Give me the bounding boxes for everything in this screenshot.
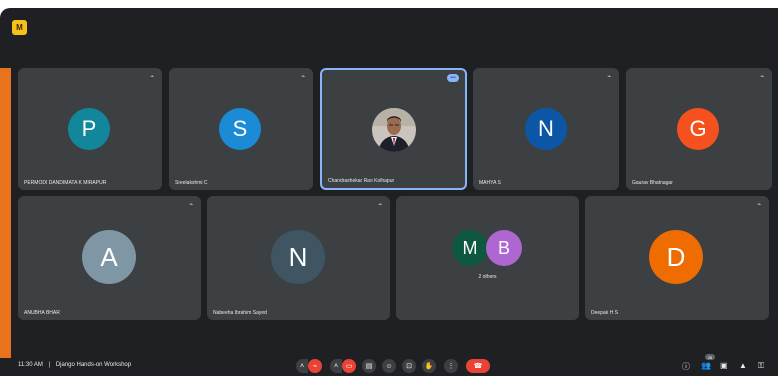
- chat-icon[interactable]: ▣: [720, 361, 728, 370]
- participant-name: Deepak H S: [591, 310, 618, 316]
- mic-off-icon: ⌁: [312, 363, 318, 370]
- host-controls-icon[interactable]: ⚿: [758, 361, 764, 371]
- hang-up-icon: ☎: [473, 363, 483, 370]
- mic-off-icon: ⌁: [150, 74, 154, 80]
- mic-off-icon: ⌁: [760, 74, 764, 80]
- captions-icon: ▤: [365, 363, 373, 370]
- people-icon[interactable]: 👥: [701, 361, 711, 370]
- avatar: A: [82, 230, 136, 284]
- leave-call-button[interactable]: ☎: [466, 359, 490, 373]
- mic-off-icon: ⌁: [607, 74, 611, 80]
- emoji-icon: ☺: [385, 362, 393, 370]
- participant-tile[interactable]: ⌁ P PERMODI DANDIMATA K MIRAPUR: [18, 68, 162, 190]
- participant-count-badge: 26: [705, 354, 715, 360]
- camera-off-icon: ▭: [345, 363, 353, 370]
- participant-name: Nabeeha Ibrahim Sayed: [213, 310, 267, 316]
- mic-off-icon: ⌁: [301, 74, 305, 80]
- activities-icon[interactable]: ▲: [739, 361, 747, 370]
- avatar: P: [68, 108, 110, 150]
- participant-photo: [372, 108, 416, 152]
- avatar: N: [525, 108, 567, 150]
- meeting-info: 11:30 AM | Django Hands-on Workshop: [18, 362, 131, 368]
- avatar: B: [486, 230, 522, 266]
- present-icon: ⊡: [406, 363, 412, 370]
- participant-tile[interactable]: ⌁ S Sreelakshmi C: [169, 68, 313, 190]
- participant-tile[interactable]: ⌁ A ANUBHA BHAR: [18, 196, 201, 320]
- app-badge-icon[interactable]: M: [12, 20, 27, 35]
- camera-toggle-button[interactable]: ▭: [342, 359, 356, 373]
- speaking-indicator-icon: •••: [447, 74, 459, 82]
- participant-tile[interactable]: ⌁ N Nabeeha Ibrahim Sayed: [207, 196, 390, 320]
- others-tile[interactable]: M B 2 others: [396, 196, 579, 320]
- participant-name: ANUBHA BHAR: [24, 310, 60, 316]
- raise-hand-icon: ✋: [424, 363, 434, 370]
- bottom-toolbar: 11:30 AM | Django Hands-on Workshop ˄ ⌁ …: [0, 354, 778, 376]
- emoji-button[interactable]: ☺: [382, 359, 396, 373]
- more-options-button[interactable]: ⋮: [444, 359, 458, 373]
- separator: |: [48, 362, 51, 368]
- participant-name: Gaurav Bhatnagar: [632, 180, 673, 186]
- participant-name: MAHYA S: [479, 180, 501, 186]
- avatar: S: [219, 108, 261, 150]
- others-label: 2 others: [478, 274, 497, 280]
- participant-name: PERMODI DANDIMATA K MIRAPUR: [24, 180, 107, 186]
- participant-tile-active-speaker[interactable]: ••• Chandrashekar Rao Kolhapur: [320, 68, 467, 190]
- present-button[interactable]: ⊡: [402, 359, 416, 373]
- orange-edge: [0, 68, 11, 358]
- meeting-title: Django Hands-on Workshop: [55, 362, 132, 368]
- camera-options-button[interactable]: ˄: [330, 359, 342, 373]
- participant-tile[interactable]: ⌁ N MAHYA S: [473, 68, 619, 190]
- more-options-icon: ⋮: [447, 363, 455, 370]
- avatar: M: [452, 230, 488, 266]
- raise-hand-button[interactable]: ✋: [422, 359, 436, 373]
- participant-tile[interactable]: ⌁ G Gaurav Bhatnagar: [626, 68, 772, 190]
- participant-tile[interactable]: ⌁ D Deepak H S: [585, 196, 769, 320]
- captions-button[interactable]: ▤: [362, 359, 376, 373]
- participant-name: Chandrashekar Rao Kolhapur: [328, 178, 395, 184]
- participant-name: Sreelakshmi C: [175, 180, 208, 186]
- mic-options-button[interactable]: ˄: [296, 359, 308, 373]
- mic-toggle-button[interactable]: ⌁: [308, 359, 322, 373]
- avatar: D: [649, 230, 703, 284]
- mic-off-icon: ⌁: [757, 202, 761, 208]
- avatar: G: [677, 108, 719, 150]
- info-icon[interactable]: ⓘ: [682, 361, 690, 372]
- mic-off-icon: ⌁: [189, 202, 193, 208]
- clock: 11:30 AM: [18, 362, 43, 368]
- mic-off-icon: ⌁: [378, 202, 382, 208]
- meet-window: M ⌁ P PERMODI DANDIMATA K MIRAPUR ⌁ S Sr…: [0, 8, 778, 376]
- avatar: N: [271, 230, 325, 284]
